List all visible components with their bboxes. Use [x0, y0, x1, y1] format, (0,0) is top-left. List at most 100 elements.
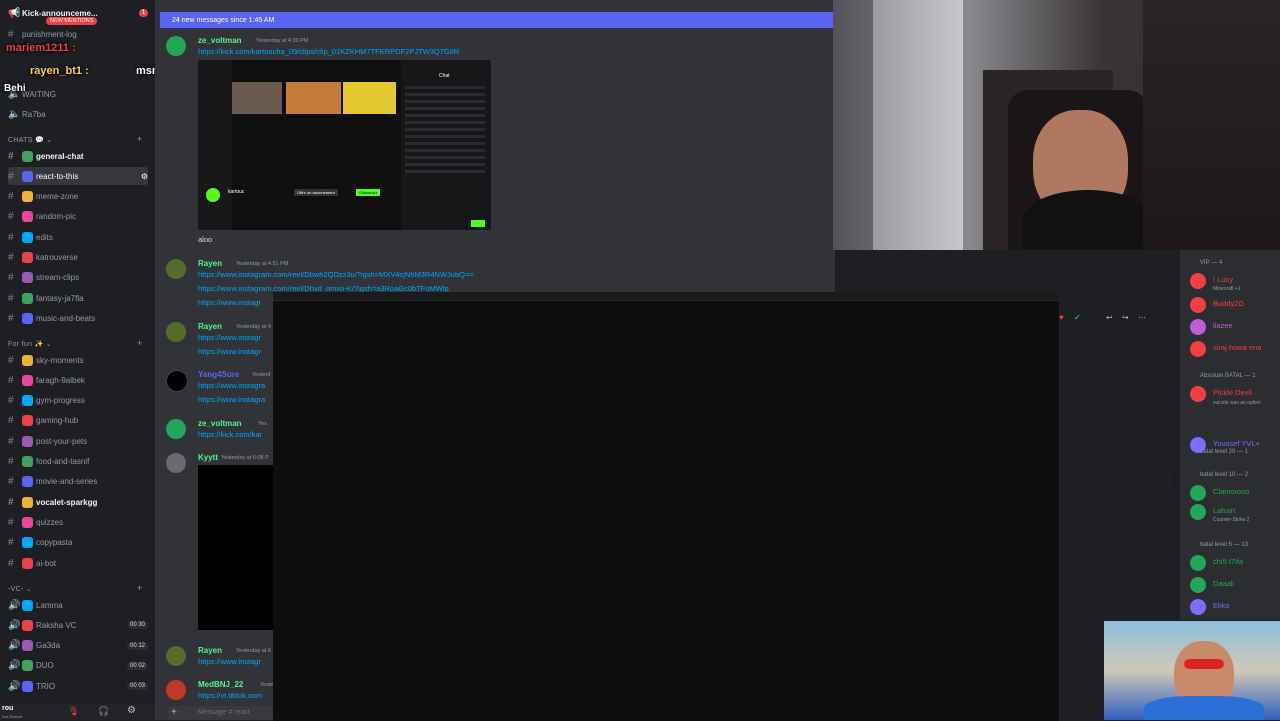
message-author[interactable]: Kyytt	[198, 453, 218, 462]
sidebar-item-vocalet-sparkgg[interactable]: # vocalet-sparkgg	[8, 493, 148, 511]
member-name[interactable]: chi5 t7ifa	[1213, 557, 1243, 566]
message-composer[interactable]: + Message # react	[168, 706, 278, 720]
avatar[interactable]	[1190, 599, 1206, 615]
message-author[interactable]: MedBNJ_22	[198, 680, 243, 689]
add-channel-icon[interactable]: +	[137, 338, 142, 348]
member-name[interactable]: Youssef YVL+	[1213, 439, 1260, 448]
sidebar-item-stream-clips[interactable]: # stream-clips	[8, 269, 148, 287]
sidebar-item-random-pic[interactable]: # random-pic	[8, 208, 148, 226]
message-author[interactable]: Rayen	[198, 646, 222, 655]
message-author[interactable]: Rayen	[198, 322, 222, 331]
message-link[interactable]: https://www.instagr	[198, 347, 261, 356]
add-channel-icon[interactable]: +	[137, 134, 142, 144]
gift-sub-button[interactable]: Offrir un abonnement	[294, 189, 338, 196]
avatar[interactable]	[1190, 341, 1206, 357]
avatar[interactable]	[1190, 485, 1206, 501]
avatar[interactable]	[1190, 273, 1206, 289]
message-video-embed[interactable]	[198, 465, 274, 630]
new-messages-bar[interactable]: 24 new messages since 1:45 AM	[160, 12, 833, 28]
avatar[interactable]	[166, 322, 186, 342]
sidebar-item-duo[interactable]: 🔊 DUO 00 02	[8, 657, 148, 675]
sidebar-item-food-and-tasnif[interactable]: # food-and-tasnif	[8, 453, 148, 471]
sidebar-item-gym-progress[interactable]: # gym-progress	[8, 392, 148, 410]
avatar[interactable]	[1190, 386, 1206, 402]
sidebar-item-faragh-9albek[interactable]: # faragh-9albek	[8, 371, 148, 389]
avatar[interactable]	[166, 646, 186, 666]
category-chats[interactable]: CHATS 💬 ⌄	[8, 136, 52, 144]
add-attachment-icon[interactable]: +	[171, 707, 177, 718]
mic-muted-icon[interactable]: 🎙	[68, 706, 79, 717]
message-link[interactable]: https://www.instagram.com/reel/Dbwh2QDzz…	[198, 270, 474, 279]
message-link[interactable]: https://www.instagr	[198, 333, 261, 342]
category-vc[interactable]: -VC- ⌄	[8, 585, 32, 593]
member-name[interactable]: Buddy2G	[1213, 299, 1244, 308]
sidebar-item-trio[interactable]: 🔊 TRIO 00 03	[8, 677, 148, 695]
avatar[interactable]	[166, 36, 186, 56]
avatar[interactable]	[166, 680, 186, 700]
sidebar-item-copypasta[interactable]: # copypasta	[8, 534, 148, 552]
sidebar-item-general-chat[interactable]: # general-chat	[8, 147, 148, 165]
sidebar-item-waiting[interactable]: 🔈 WAITING	[8, 85, 148, 103]
member-name[interactable]: Pickle Devil	[1213, 388, 1252, 397]
message-link[interactable]: https://kick.com/kar	[198, 430, 262, 439]
sidebar-item-lamma[interactable]: 🔊 Lamma	[8, 596, 148, 614]
more-icon[interactable]: ⋯	[1138, 313, 1146, 322]
member-name[interactable]: siraj howa ena	[1213, 343, 1261, 352]
member-name[interactable]: Ekko	[1213, 601, 1230, 610]
sidebar-item-ra7ba[interactable]: 🔈 Ra7ba	[8, 105, 148, 123]
message-link[interactable]: https://vt.tiktok.com	[198, 691, 262, 700]
message-link[interactable]: https://kick.com/kartoucha_09/clips/clip…	[198, 47, 459, 56]
message-link[interactable]: https://www.instagra	[198, 381, 265, 390]
message-link[interactable]: https://www.instagra	[198, 395, 265, 404]
avatar[interactable]	[1190, 297, 1206, 313]
avatar[interactable]	[1190, 577, 1206, 593]
sidebar-item-punishment-log[interactable]: # punishment-log	[8, 25, 148, 43]
deafen-icon[interactable]: 🎧	[98, 706, 109, 717]
sidebar-item-edits[interactable]: # edits	[8, 228, 148, 246]
avatar[interactable]	[166, 453, 186, 473]
check-icon[interactable]: ✔	[1074, 313, 1081, 322]
member-name[interactable]: Lahsin	[1213, 506, 1235, 515]
sidebar-item-ai-bot[interactable]: # ai-bot	[8, 554, 148, 572]
sidebar-item-quizzes[interactable]: # quizzes	[8, 513, 148, 531]
message-image-embed[interactable]: kartouc Offrir un abonnement S'abonner C…	[198, 60, 491, 230]
avatar[interactable]	[1190, 437, 1206, 453]
browser-tab-strip[interactable]	[273, 292, 1059, 300]
member-name[interactable]: Clamoroso	[1213, 487, 1249, 496]
sidebar-item-meme-zone[interactable]: # meme-zone	[8, 188, 148, 206]
sidebar-item-sky-moments[interactable]: # sky-moments	[8, 351, 148, 369]
avatar[interactable]	[166, 370, 188, 392]
avatar[interactable]	[166, 419, 186, 439]
message-link[interactable]: https://www.instagr	[198, 657, 261, 666]
category-for-fun[interactable]: For fun ✨ ⌄	[8, 340, 52, 348]
message-author[interactable]: Yang4Sure	[198, 370, 239, 379]
avatar[interactable]	[1190, 319, 1206, 335]
forward-icon[interactable]: ↪	[1122, 313, 1129, 322]
message-author[interactable]: ze_voltman	[198, 36, 242, 45]
subscribe-button[interactable]: S'abonner	[356, 189, 381, 196]
heart-icon[interactable]: ♥	[1059, 313, 1064, 322]
add-channel-icon[interactable]: +	[137, 583, 142, 593]
message-author[interactable]: Rayen	[198, 259, 222, 268]
sidebar-item-post-your-pets[interactable]: # post-your-pets	[8, 432, 148, 450]
avatar[interactable]	[166, 259, 186, 279]
browser-content[interactable]	[273, 300, 1059, 721]
reply-icon[interactable]: ↩	[1106, 313, 1113, 322]
new-mentions-pill[interactable]: NEW MENTIONS	[46, 17, 98, 25]
message-link[interactable]: https://www.instagr	[198, 298, 261, 307]
sidebar-item-katrouverse[interactable]: # katrouverse	[8, 249, 148, 267]
message-author[interactable]: ze_voltman	[198, 419, 242, 428]
member-name[interactable]: Daaali	[1213, 579, 1234, 588]
sidebar-item-fantasy-ja7fla[interactable]: # fantasy-ja7fla	[8, 289, 148, 307]
sidebar-item-gaming-hub[interactable]: # gaming-hub	[8, 412, 148, 430]
avatar[interactable]	[1190, 504, 1206, 520]
gear-icon[interactable]: ⚙	[141, 172, 148, 181]
sidebar-item-music-and-beats[interactable]: # music-and-beats	[8, 309, 148, 327]
gear-icon[interactable]: ⚙	[127, 705, 136, 716]
avatar[interactable]	[1190, 555, 1206, 571]
sidebar-item-movie-and-series[interactable]: # movie-and-series	[8, 473, 148, 491]
member-list-scrollbar[interactable]	[1173, 468, 1177, 486]
sidebar-item-ga3da[interactable]: 🔊 Ga3da 00 12	[8, 637, 148, 655]
sidebar-item-raksha-vc[interactable]: 🔊 Raksha VC 00 30	[8, 616, 148, 634]
member-name[interactable]: liazee	[1213, 321, 1233, 330]
